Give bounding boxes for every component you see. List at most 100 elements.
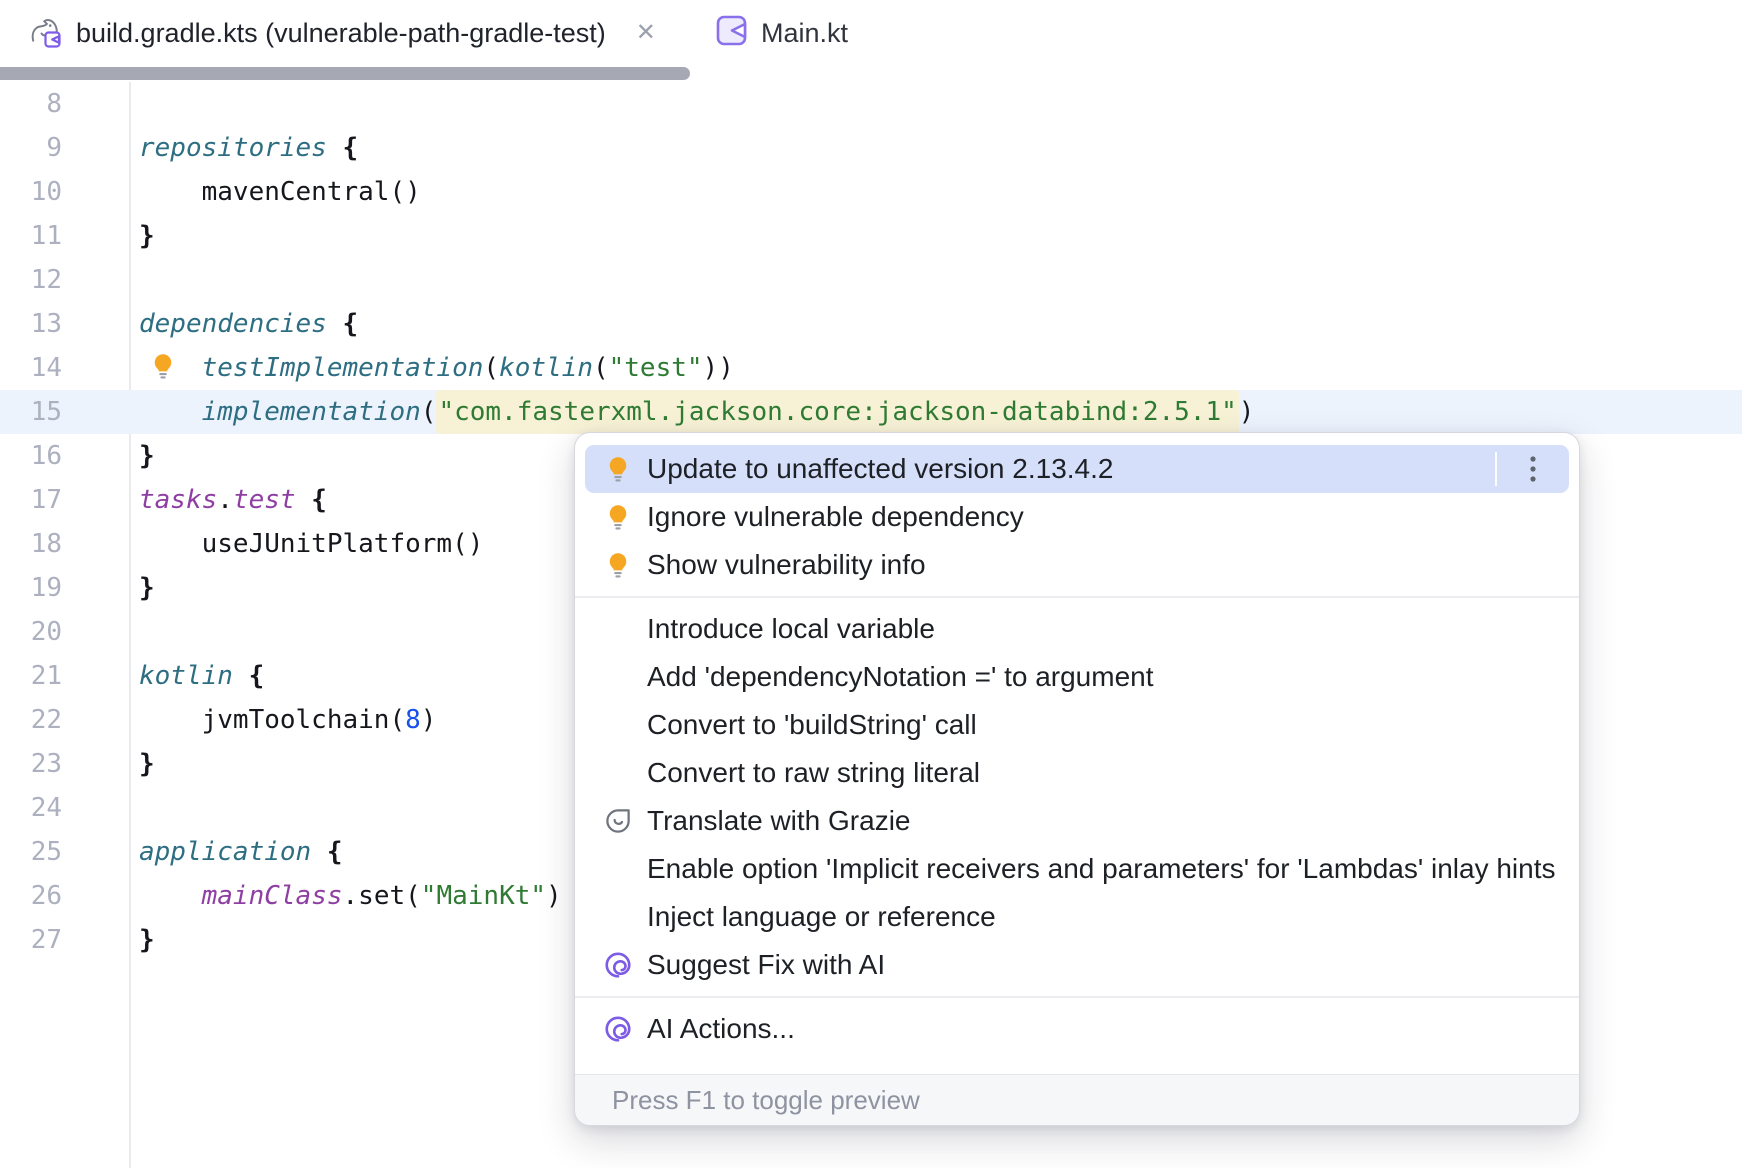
code-token: application (139, 837, 311, 867)
menu-item[interactable]: Inject language or reference (585, 893, 1569, 941)
intention-bulb-icon[interactable] (148, 351, 182, 385)
code-token: test (233, 485, 296, 515)
code-text: dependencies { (62, 309, 358, 339)
icon-spacer (603, 902, 633, 932)
code-text: } (62, 925, 155, 955)
menu-item-label: Translate with Grazie (647, 805, 911, 837)
code-token (139, 397, 202, 427)
line-number: 15 (0, 397, 62, 427)
bulb-icon (603, 502, 633, 532)
line-number: 16 (0, 441, 62, 471)
line-number: 20 (0, 617, 62, 647)
menu-item-label: Update to unaffected version 2.13.4.2 (647, 453, 1113, 485)
icon-spacer (603, 758, 633, 788)
line-number: 11 (0, 221, 62, 251)
line-number: 17 (0, 485, 62, 515)
menu-item[interactable]: Translate with Grazie (585, 797, 1569, 845)
line-number: 9 (0, 133, 62, 163)
intention-actions-popup: Update to unaffected version 2.13.4.2 Ign… (574, 432, 1580, 1126)
code-token: jvmToolchain( (139, 705, 405, 735)
menu-item[interactable]: Show vulnerability info (585, 541, 1569, 589)
menu-item[interactable]: Update to unaffected version 2.13.4.2 (585, 445, 1569, 493)
menu-item[interactable]: Convert to raw string literal (585, 749, 1569, 797)
code-line[interactable]: 12 (0, 258, 1742, 302)
menu-item-label: AI Actions... (647, 1013, 795, 1045)
line-number: 13 (0, 309, 62, 339)
code-text: jvmToolchain(8) (62, 705, 436, 735)
code-line[interactable]: 8 (0, 82, 1742, 126)
code-line[interactable]: 13dependencies { (0, 302, 1742, 346)
menu-item[interactable]: Convert to 'buildString' call (585, 701, 1569, 749)
code-token: ( (593, 353, 609, 383)
code-token: } (139, 573, 155, 603)
code-line[interactable]: 14 testImplementation(kotlin("test")) (0, 346, 1742, 390)
tab-main-kt[interactable]: Main.kt (716, 0, 848, 66)
menu-item-label: Inject language or reference (647, 901, 996, 933)
tab-label: build.gradle.kts (vulnerable-path-gradle… (76, 18, 606, 49)
code-token: testImplementation (202, 353, 484, 383)
code-token (327, 309, 343, 339)
line-number: 26 (0, 881, 62, 911)
code-line[interactable]: 11} (0, 214, 1742, 258)
line-number: 12 (0, 265, 62, 295)
menu-item[interactable]: Introduce local variable (585, 605, 1569, 653)
code-token: } (139, 441, 155, 471)
line-number: 27 (0, 925, 62, 955)
popup-footer: Press F1 to toggle preview (575, 1074, 1579, 1125)
menu-item[interactable]: Enable option 'Implicit receivers and pa… (585, 845, 1569, 893)
ide-window: build.gradle.kts (vulnerable-path-gradle… (0, 0, 1742, 1168)
code-text: implementation("com.fasterxml.jackson.co… (62, 397, 1254, 427)
code-line[interactable]: 15 implementation("com.fasterxml.jackson… (0, 390, 1742, 434)
intention-menu: Update to unaffected version 2.13.4.2 Ign… (575, 433, 1579, 1053)
menu-separator (575, 596, 1579, 598)
code-line[interactable]: 9repositories { (0, 126, 1742, 170)
code-token: implementation (202, 397, 421, 427)
tab-label: Main.kt (761, 18, 848, 49)
line-number: 18 (0, 529, 62, 559)
menu-item[interactable]: Suggest Fix with AI (585, 941, 1569, 989)
code-text: useJUnitPlatform() (62, 529, 483, 559)
code-token: . (217, 485, 233, 515)
code-line[interactable]: 10 mavenCentral() (0, 170, 1742, 214)
line-number: 8 (0, 89, 62, 119)
code-token (311, 837, 327, 867)
code-text: } (62, 573, 155, 603)
code-token (233, 661, 249, 691)
line-number: 19 (0, 573, 62, 603)
line-number: 10 (0, 177, 62, 207)
icon-spacer (603, 662, 633, 692)
code-token: ( (421, 397, 437, 427)
code-token: { (343, 133, 359, 163)
code-text: } (62, 749, 155, 779)
menu-item-label: Suggest Fix with AI (647, 949, 885, 981)
code-token: { (327, 837, 343, 867)
code-token (327, 133, 343, 163)
code-token: } (139, 749, 155, 779)
kebab-icon[interactable] (1495, 452, 1569, 486)
menu-item-label: Enable option 'Implicit receivers and pa… (647, 853, 1556, 885)
line-number: 14 (0, 353, 62, 383)
code-token: ) (421, 705, 437, 735)
bulb-icon (603, 454, 633, 484)
code-token: kotlin (499, 353, 593, 383)
icon-spacer (603, 710, 633, 740)
code-token: ( (483, 353, 499, 383)
footer-hint-text: Press F1 to toggle preview (612, 1085, 920, 1116)
code-text: mavenCentral() (62, 177, 421, 207)
menu-item-label: Show vulnerability info (647, 549, 926, 581)
code-token: { (343, 309, 359, 339)
code-token: useJUnitPlatform() (139, 529, 483, 559)
menu-item[interactable]: Ignore vulnerable dependency (585, 493, 1569, 541)
code-token: tasks (139, 485, 217, 515)
close-tab-icon[interactable]: ✕ (636, 21, 656, 45)
code-token: } (139, 221, 155, 251)
tab-build-gradle-kts[interactable]: build.gradle.kts (vulnerable-path-gradle… (26, 0, 656, 66)
code-token: "test" (609, 353, 703, 383)
code-token: mavenCentral() (139, 177, 421, 207)
ai-icon (603, 1014, 633, 1044)
menu-item[interactable]: AI Actions... (585, 1005, 1569, 1053)
menu-item-label: Convert to 'buildString' call (647, 709, 977, 741)
line-number: 24 (0, 793, 62, 823)
menu-item[interactable]: Add 'dependencyNotation =' to argument (585, 653, 1569, 701)
icon-spacer (603, 854, 633, 884)
